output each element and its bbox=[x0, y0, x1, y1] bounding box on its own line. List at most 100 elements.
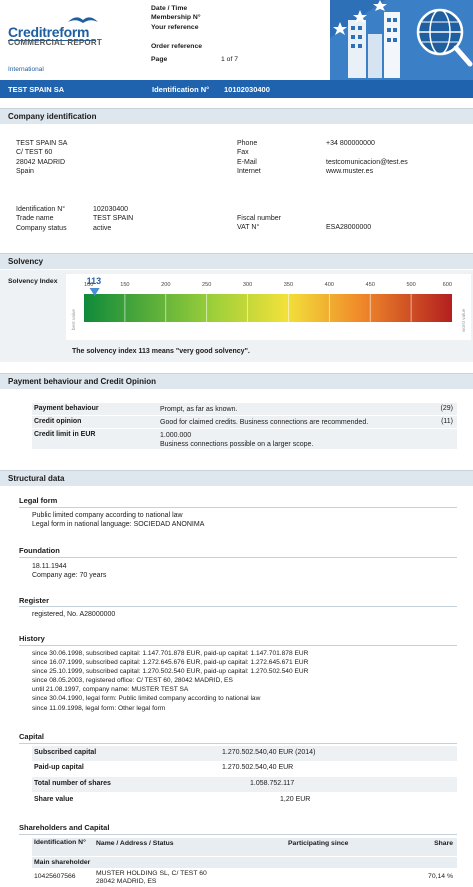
subscribed-capital-value: 1.270.502.540,40 EUR (2014) bbox=[222, 749, 316, 756]
trade-name-label: Trade name bbox=[16, 215, 54, 223]
solvency-gauge: 100 150 200 250 300 350 400 450 500 600 best valu… bbox=[66, 274, 471, 340]
register-title: Register bbox=[19, 596, 50, 605]
address-line: TEST SPAIN SA bbox=[16, 140, 68, 147]
header-banner-image bbox=[330, 0, 473, 80]
internet-value[interactable]: www.muster.es bbox=[326, 167, 408, 176]
divider bbox=[19, 507, 457, 508]
meta-reference-label: Your reference bbox=[151, 23, 199, 31]
main-shareholder-label: Main shareholder bbox=[34, 859, 91, 866]
identification-bar: TEST SPAIN SA Identification N° 10102030… bbox=[0, 80, 473, 98]
col-identification: Identification N° bbox=[34, 839, 86, 846]
divider bbox=[19, 606, 457, 607]
section-title: Solvency bbox=[8, 257, 44, 266]
identification-no-label: Identification N° bbox=[16, 206, 66, 213]
scale-tick-label: 350 bbox=[284, 282, 293, 288]
shareholder-row: 10425607566 MUSTER HOLDING SL, C/ TEST 6… bbox=[32, 869, 457, 887]
col-name: Name / Address / Status bbox=[96, 840, 174, 847]
share-value-value: 1,20 EUR bbox=[280, 796, 311, 803]
email-value[interactable]: testcomunicacion@test.es bbox=[326, 158, 408, 167]
vat-value: ESA28000000 bbox=[326, 224, 372, 231]
internet-label: Internet bbox=[237, 168, 261, 176]
scale-tick-label: 250 bbox=[202, 282, 211, 288]
scale-tick-label: 450 bbox=[366, 282, 375, 288]
credit-opinion-code: (11) bbox=[441, 418, 453, 425]
fax-label: Fax bbox=[237, 149, 249, 157]
credit-limit-note: Business connections possible on a large… bbox=[160, 441, 314, 448]
payment-behaviour-label: Payment behaviour bbox=[34, 405, 99, 412]
details-labels: Identification N° Trade name Company sta… bbox=[16, 205, 67, 233]
paid-up-capital-value: 1.270.502.540,40 EUR bbox=[222, 764, 294, 771]
payment-row: Payment behaviour Prompt, as far as know… bbox=[32, 402, 457, 415]
solvency-scale-bar bbox=[84, 294, 452, 322]
shareholders-title: Shareholders and Capital bbox=[19, 823, 110, 832]
best-value-tag: best value bbox=[71, 309, 76, 330]
section-title: Structural data bbox=[8, 474, 65, 483]
capital-row: Share value 1,20 EUR bbox=[32, 793, 457, 808]
scale-tick-label: 400 bbox=[325, 282, 334, 288]
credit-opinion-value: Good for claimed credits. Business conne… bbox=[160, 419, 369, 426]
trade-name-value: TEST SPAIN bbox=[93, 215, 134, 223]
capital-row: Subscribed capital 1.270.502.540,40 EUR … bbox=[32, 746, 457, 761]
scale-tick-label: 500 bbox=[406, 282, 415, 288]
section-title: Company identification bbox=[8, 112, 97, 121]
shareholder-address-line: 28042 MADRID, ES bbox=[96, 878, 157, 885]
foundation-title: Foundation bbox=[19, 546, 60, 555]
section-company-identification: Company identification bbox=[0, 108, 473, 124]
divider bbox=[19, 645, 457, 646]
shareholder-name: MUSTER HOLDING SL, C/ TEST 60 28042 MADR… bbox=[96, 870, 207, 886]
credit-limit-label: Credit limit in EUR bbox=[34, 431, 96, 438]
history-item: since 16.07.1999, subscribed capital: 1.… bbox=[32, 659, 309, 667]
history-item: until 21.08.1997, company name: MUSTER T… bbox=[32, 686, 189, 694]
divider bbox=[19, 834, 457, 835]
company-status-value: active bbox=[93, 224, 112, 232]
fiscal-labels: Fiscal number VAT N° bbox=[237, 214, 281, 233]
foundation-date: 18.11.1944 bbox=[32, 563, 67, 570]
address-line: 28042 MADRID bbox=[16, 158, 66, 166]
section-title: Payment behaviour and Credit Opinion bbox=[8, 377, 157, 386]
fax-value bbox=[326, 148, 408, 157]
page-value: 1 of 7 bbox=[221, 56, 239, 63]
history-item: since 11.09.1998, legal form: Other lega… bbox=[32, 704, 166, 712]
payment-row: Credit opinion Good for claimed credits.… bbox=[32, 415, 457, 428]
contact-labels: Phone Fax E-Mail Internet bbox=[237, 139, 261, 177]
capital-row: Paid-up capital 1.270.502.540,40 EUR bbox=[32, 761, 457, 776]
shareholder-group-row: Main shareholder bbox=[32, 857, 457, 868]
history-list: since 30.06.1998, subscribed capital: 1.… bbox=[32, 649, 308, 713]
subscribed-capital-label: Subscribed capital bbox=[34, 749, 97, 756]
company-status-label: Company status bbox=[16, 224, 67, 232]
credit-opinion-label: Credit opinion bbox=[34, 418, 82, 425]
col-participating-since: Participating since bbox=[288, 840, 349, 847]
foundation-text: 18.11.1944 Company age: 70 years bbox=[32, 562, 106, 581]
meta-order-label: Order reference bbox=[151, 42, 203, 50]
legal-form-text: Public limited company according to nati… bbox=[32, 511, 204, 530]
section-solvency: Solvency bbox=[0, 253, 473, 269]
capital-row: Total number of shares 1.058.752.117 bbox=[32, 777, 457, 792]
scale-tick-label: 600 bbox=[443, 282, 452, 288]
company-address: TEST SPAIN SA C/ TEST 60 28042 MADRID Sp… bbox=[16, 139, 67, 177]
contact-values: +34 800000000 testcomunicacion@test.es w… bbox=[326, 139, 408, 177]
region-label: International bbox=[8, 66, 44, 73]
share-value-label: Share value bbox=[34, 796, 74, 803]
identification-value: 10102030400 bbox=[224, 85, 270, 94]
solvency-index-label: Solvency Index bbox=[8, 278, 58, 285]
history-item: since 25.10.1999, subscribed capital: 1.… bbox=[32, 668, 309, 676]
section-structural-data: Structural data bbox=[0, 470, 473, 486]
phone-value: +34 800000000 bbox=[326, 140, 375, 147]
payment-behaviour-code: (29) bbox=[440, 405, 453, 412]
paid-up-capital-label: Paid-up capital bbox=[34, 764, 84, 771]
history-item: since 30.04.1990, legal form: Public lim… bbox=[32, 695, 261, 703]
legal-form-line: Public limited company according to nati… bbox=[32, 512, 183, 519]
scale-tick-label: 150 bbox=[120, 282, 129, 288]
section-payment: Payment behaviour and Credit Opinion bbox=[0, 373, 473, 389]
worst-value-tag: worst value bbox=[461, 308, 466, 332]
report-meta: Date / Time Membership N° Your reference… bbox=[151, 4, 202, 51]
history-item: since 08.05.2003, registered office: C/ … bbox=[32, 677, 233, 685]
solvency-panel: Solvency Index 100 150 200 250 300 350 400 450 5… bbox=[0, 270, 473, 362]
meta-membership-label: Membership N° bbox=[151, 14, 201, 22]
identification-label: Identification N° bbox=[152, 85, 210, 94]
meta-date-label: Date / Time bbox=[151, 5, 188, 12]
email-label: E-Mail bbox=[237, 158, 257, 166]
report-title: COMMERCIAL REPORT bbox=[8, 38, 102, 47]
meta-spacer bbox=[151, 32, 202, 41]
shareholders-table-header: Identification N° Name / Address / Statu… bbox=[32, 838, 457, 856]
